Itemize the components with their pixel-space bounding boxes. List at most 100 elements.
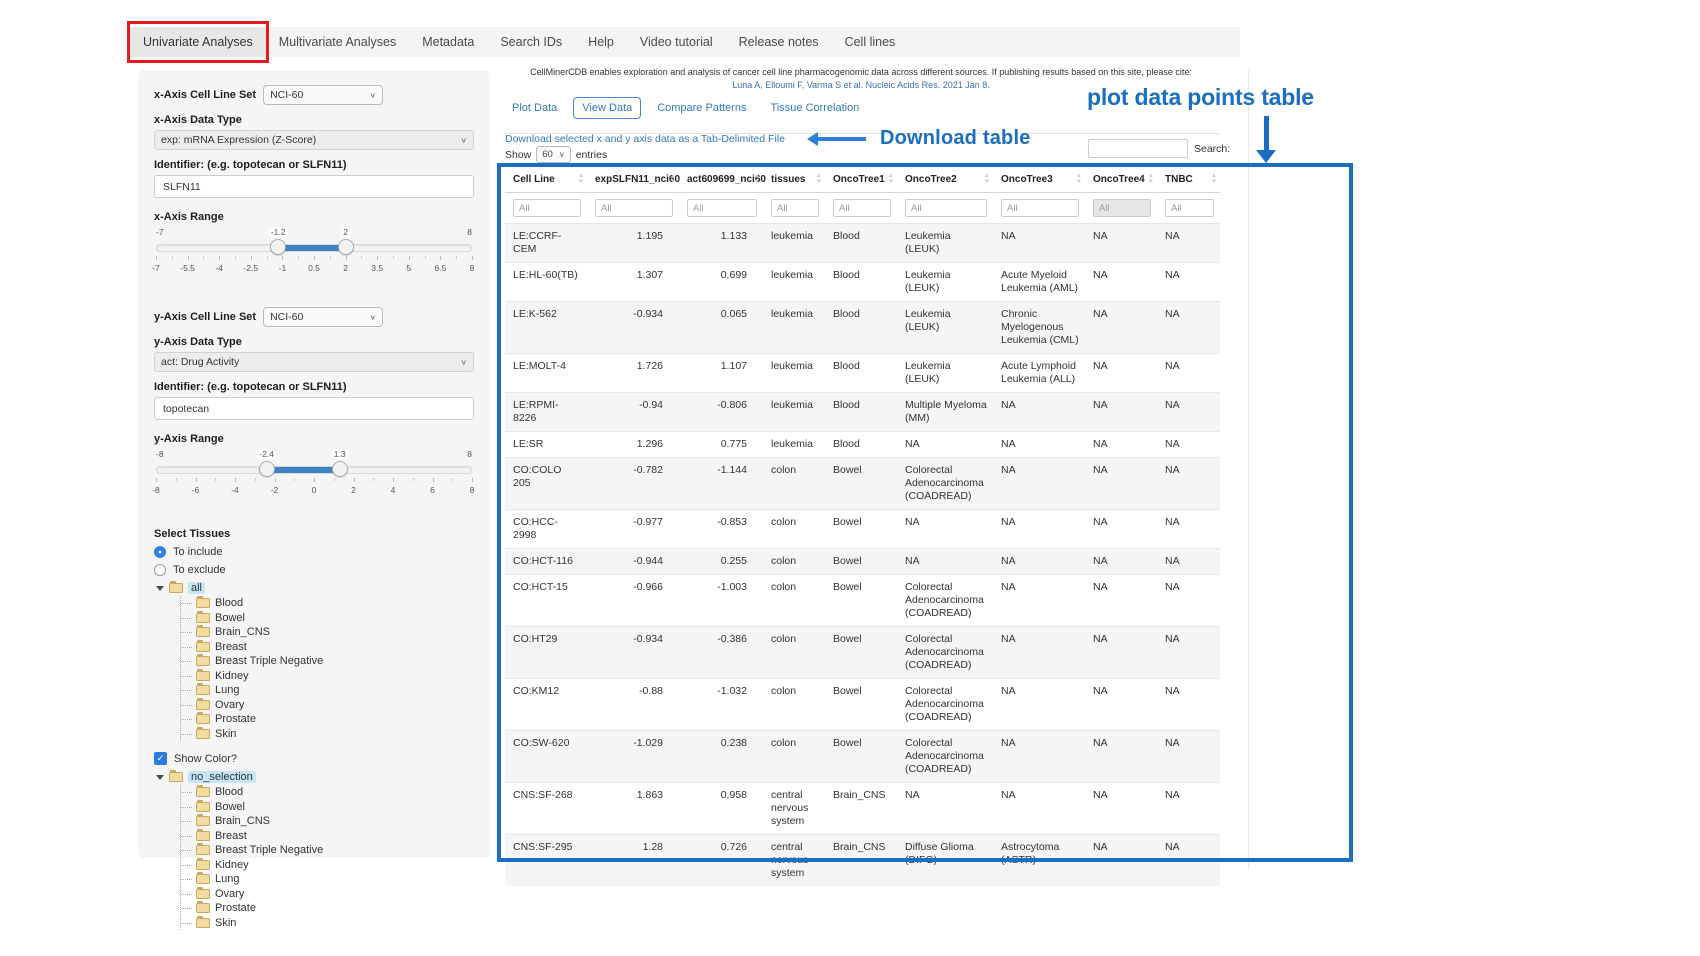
tab-plot-data[interactable]: Plot Data <box>504 98 565 118</box>
show-entries-suffix: entries <box>576 149 608 161</box>
y-cell-line-set-select[interactable]: NCI-60 ∨ <box>263 307 383 327</box>
tab-tissue-correlation[interactable]: Tissue Correlation <box>762 98 867 118</box>
slider-min-label: -7 <box>156 227 164 237</box>
nav-tab-multivariate-analyses[interactable]: Multivariate Analyses <box>266 27 409 57</box>
tree-expand-icon[interactable] <box>156 775 164 780</box>
y-axis-range-slider[interactable]: -88-2.41.3-8-6-4-202468 <box>156 449 472 499</box>
x-cell-line-set-select[interactable]: NCI-60 ∨ <box>263 85 383 105</box>
nav-tab-release-notes[interactable]: Release notes <box>726 27 832 57</box>
sort-desc-icon: ▼ <box>578 180 584 186</box>
sort-icon[interactable]: ▲▼ <box>670 174 676 185</box>
slider-track[interactable] <box>156 244 472 252</box>
cell-expslfn11-nci60: -1.029 <box>587 731 679 783</box>
radio-option-to-exclude[interactable]: To exclude <box>154 564 474 576</box>
filter-input-expslfn11-nci60[interactable] <box>595 199 673 217</box>
filter-input-oncotree4[interactable] <box>1093 199 1151 217</box>
cell-cell-line: CO:HCT-116 <box>505 549 587 575</box>
cell-tissues: central nervous system <box>763 835 825 887</box>
tree-item-prostate[interactable]: Prostate <box>181 712 474 727</box>
tree-item-ovary[interactable]: Ovary <box>181 698 474 713</box>
slider-tick <box>219 256 220 260</box>
col-header-expslfn11-nci60[interactable]: expSLFN11_nci60▲▼ <box>587 167 679 193</box>
tree-root-all[interactable]: all <box>156 582 474 594</box>
sort-icon[interactable]: ▲▼ <box>578 174 584 185</box>
tree-expand-icon[interactable] <box>156 586 164 591</box>
cell-tissues: colon <box>763 731 825 783</box>
tree-item-prostate[interactable]: Prostate <box>181 901 474 916</box>
tree-item-blood[interactable]: Blood <box>181 785 474 800</box>
x-axis-range-slider[interactable]: -78-1.22-7-5.5-4-2.5-10.523.556.58 <box>156 227 472 277</box>
nav-tab-video-tutorial[interactable]: Video tutorial <box>627 27 726 57</box>
tree-item-kidney[interactable]: Kidney <box>181 669 474 684</box>
chevron-down-icon: ∨ <box>460 136 467 145</box>
tree-item-breast-triple-negative[interactable]: Breast Triple Negative <box>181 843 474 858</box>
tree-item-ovary[interactable]: Ovary <box>181 887 474 902</box>
tree-item-skin[interactable]: Skin <box>181 916 474 931</box>
entries-count-select[interactable]: 60 ∨ <box>536 146 570 163</box>
sort-icon[interactable]: ▲▼ <box>754 174 760 185</box>
filter-input-act609699-nci60[interactable] <box>687 199 757 217</box>
x-identifier-input[interactable] <box>154 175 474 198</box>
tree-item-brain-cns[interactable]: Brain_CNS <box>181 625 474 640</box>
sort-icon[interactable]: ▲▼ <box>888 174 894 185</box>
tree-item-skin[interactable]: Skin <box>181 727 474 742</box>
sort-icon[interactable]: ▲▼ <box>1148 174 1154 185</box>
slider-handle-high[interactable] <box>338 239 354 255</box>
cell-tissues: central nervous system <box>763 783 825 835</box>
nav-tab-search-ids[interactable]: Search IDs <box>487 27 575 57</box>
tree-item-lung[interactable]: Lung <box>181 683 474 698</box>
tree-item-blood[interactable]: Blood <box>181 596 474 611</box>
filter-input-oncotree3[interactable] <box>1001 199 1079 217</box>
cell-oncotree4: NA <box>1085 575 1157 627</box>
show-color-checkbox[interactable]: ✓ <box>154 752 167 765</box>
tree-item-brain-cns[interactable]: Brain_CNS <box>181 814 474 829</box>
cell-act609699-nci60: 0.255 <box>679 549 763 575</box>
tree-root-no-selection[interactable]: no_selection <box>156 771 474 783</box>
col-header-act609699-nci60[interactable]: act609699_nci60▲▼ <box>679 167 763 193</box>
slider-handle-low[interactable] <box>259 461 275 477</box>
filter-input-oncotree1[interactable] <box>833 199 891 217</box>
sort-icon[interactable]: ▲▼ <box>984 174 990 185</box>
sort-icon[interactable]: ▲▼ <box>1076 174 1082 185</box>
y-identifier-input[interactable] <box>154 397 474 420</box>
y-data-type-select[interactable]: act: Drug Activity ∨ <box>154 352 474 372</box>
nav-tab-help[interactable]: Help <box>575 27 627 57</box>
tab-compare-patterns[interactable]: Compare Patterns <box>649 98 754 118</box>
radio-icon[interactable] <box>154 564 166 576</box>
tab-view-data[interactable]: View Data <box>573 97 641 119</box>
nav-tab-univariate-analyses[interactable]: Univariate Analyses <box>130 27 266 57</box>
sort-icon[interactable]: ▲▼ <box>816 174 822 185</box>
tree-item-bowel[interactable]: Bowel <box>181 611 474 626</box>
nav-tab-cell-lines[interactable]: Cell lines <box>832 27 909 57</box>
col-header-oncotree1[interactable]: OncoTree1▲▼ <box>825 167 897 193</box>
radio-icon[interactable] <box>154 546 166 558</box>
filter-input-oncotree2[interactable] <box>905 199 987 217</box>
x-data-type-select[interactable]: exp: mRNA Expression (Z-Score) ∨ <box>154 130 474 150</box>
slider-handle-high[interactable] <box>332 461 348 477</box>
filter-input-tissues[interactable] <box>771 199 819 217</box>
nav-tab-metadata[interactable]: Metadata <box>409 27 487 57</box>
col-header-tissues[interactable]: tissues▲▼ <box>763 167 825 193</box>
tree-item-breast[interactable]: Breast <box>181 640 474 655</box>
search-input[interactable] <box>1088 139 1188 158</box>
col-header-oncotree4[interactable]: OncoTree4▲▼ <box>1085 167 1157 193</box>
filter-input-tnbc[interactable] <box>1165 199 1214 217</box>
col-header-oncotree2[interactable]: OncoTree2▲▼ <box>897 167 993 193</box>
tree-item-bowel[interactable]: Bowel <box>181 800 474 815</box>
tree-item-label: Brain_CNS <box>215 625 270 640</box>
tree-item-breast[interactable]: Breast <box>181 829 474 844</box>
slider-track[interactable] <box>156 466 472 474</box>
col-header-cell-line[interactable]: Cell Line▲▼ <box>505 167 587 193</box>
tree-item-kidney[interactable]: Kidney <box>181 858 474 873</box>
col-header-oncotree3[interactable]: OncoTree3▲▼ <box>993 167 1085 193</box>
radio-option-to-include[interactable]: To include <box>154 546 474 558</box>
filter-input-cell-line[interactable] <box>513 199 581 217</box>
slider-handle-low[interactable] <box>270 239 286 255</box>
tree-item-lung[interactable]: Lung <box>181 872 474 887</box>
tree-item-breast-triple-negative[interactable]: Breast Triple Negative <box>181 654 474 669</box>
sort-icon[interactable]: ▲▼ <box>1211 174 1217 185</box>
download-tab-delimited-link[interactable]: Download selected x and y axis data as a… <box>505 133 785 145</box>
table-body: LE:CCRF-CEM1.1951.133leukemiaBloodLeukem… <box>505 224 1220 887</box>
cell-oncotree3: NA <box>993 731 1085 783</box>
col-header-tnbc[interactable]: TNBC▲▼ <box>1157 167 1220 193</box>
